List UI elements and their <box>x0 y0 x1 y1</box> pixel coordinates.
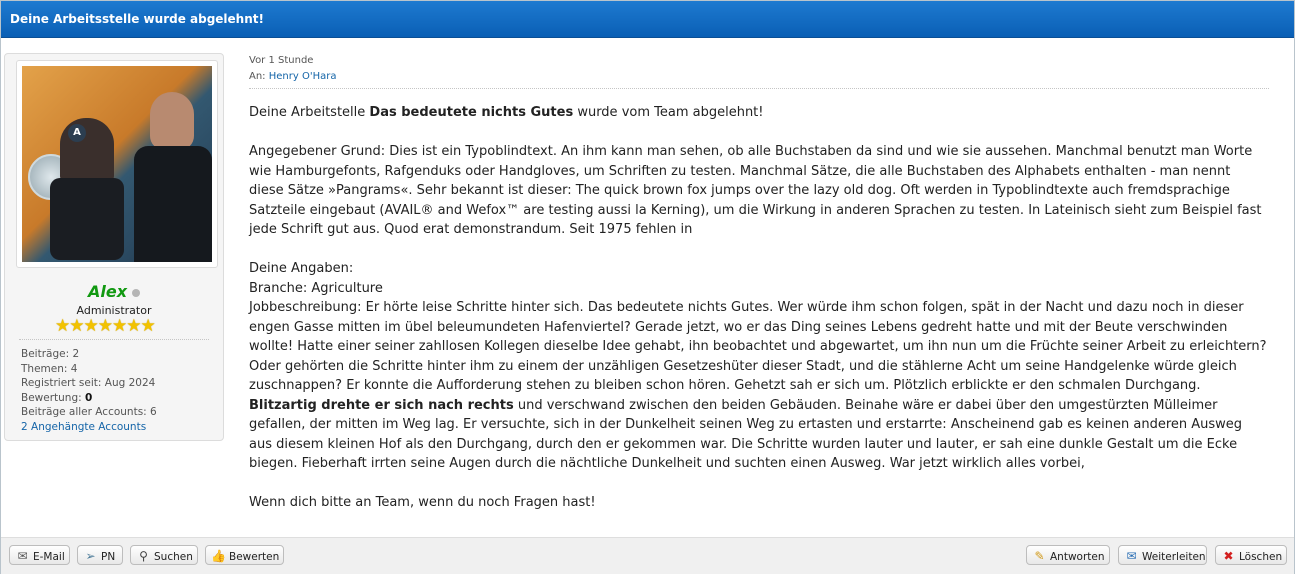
message-meta: Vor 1 Stunde An: Henry O'Hara <box>249 53 1269 84</box>
stat-registered: Registriert seit: Aug 2024 <box>21 377 156 389</box>
pm-title: Deine Arbeitsstelle wurde abgelehnt! <box>10 12 264 26</box>
magnifier-icon: ⚲ <box>139 549 148 563</box>
stat-threads: Themen: 4 <box>21 362 78 375</box>
pm-header: Deine Arbeitsstelle wurde abgelehnt! <box>1 1 1294 38</box>
stat-posts: Beiträge: 2 <box>21 348 80 360</box>
message-time: Vor 1 Stunde <box>249 55 314 66</box>
meta-divider <box>249 88 1269 89</box>
forward-icon: ✉ <box>1126 549 1137 563</box>
paper-plane-icon: ➢ <box>85 549 96 563</box>
stat-rating: Bewertung: 0 <box>21 391 93 404</box>
avatar-frame[interactable]: A <box>16 60 218 268</box>
forward-button[interactable]: ✉ Weiterleiten <box>1118 545 1207 565</box>
details-label: Deine Angaben: <box>249 261 354 276</box>
email-button[interactable]: ✉ E-Mail <box>9 545 70 565</box>
message-content: Vor 1 Stunde An: Henry O'Hara Deine Arbe… <box>249 53 1269 513</box>
avatar-person-body <box>50 178 124 260</box>
user-stats: Beiträge: 2 Themen: 4 Registriert seit: … <box>21 347 157 434</box>
avatar[interactable]: A <box>22 66 212 262</box>
avatar-second-body <box>134 146 212 262</box>
reply-button[interactable]: ✎ Antworten <box>1026 545 1110 565</box>
job-description: Jobbeschreibung: Er hörte leise Schritte… <box>249 300 1267 471</box>
envelope-icon: ✉ <box>17 549 28 563</box>
rate-button[interactable]: 👍 Bewerten <box>205 545 284 565</box>
delete-x-icon: ✖ <box>1223 549 1234 563</box>
branch-line: Branche: Agriculture <box>249 280 383 296</box>
message-recipient: An: Henry O'Hara <box>249 70 337 82</box>
rejection-line: Deine Arbeitstelle Das bedeutete nichts … <box>249 105 764 120</box>
closing-line: Wenn dich bitte an Team, wenn du noch Fr… <box>249 495 596 510</box>
recipient-link[interactable]: Henry O'Hara <box>269 71 337 82</box>
author-panel: A Alex Administrator ★★★★★★★ Beiträge: 2… <box>4 53 224 441</box>
rejection-reason: Angegebener Grund: Dies ist ein Typoblin… <box>249 144 1262 237</box>
reply-icon: ✎ <box>1034 549 1045 563</box>
username[interactable]: Alex <box>5 282 223 301</box>
offline-status-icon <box>132 288 141 297</box>
pm-button[interactable]: ➢ PN <box>77 545 123 565</box>
avatar-second-head <box>150 92 194 150</box>
username-text[interactable]: Alex <box>88 282 127 301</box>
thumbs-up-icon: 👍 <box>211 549 226 563</box>
avatar-person-head <box>60 118 114 182</box>
avatar-letter-badge: A <box>68 124 86 142</box>
action-bar: ✉ E-Mail ➢ PN ⚲ Suchen 👍 Bewerten ✎ Antworten… <box>1 537 1294 574</box>
rank-stars-icon: ★★★★★★★ <box>55 316 156 336</box>
message-body: Deine Arbeitstelle Das bedeutete nichts … <box>249 103 1269 513</box>
delete-button[interactable]: ✖ Löschen <box>1215 545 1287 565</box>
search-button[interactable]: ⚲ Suchen <box>130 545 198 565</box>
linked-accounts-link[interactable]: 2 Angehängte Accounts <box>21 420 157 435</box>
pm-container: Deine Arbeitsstelle wurde abgelehnt! A A… <box>0 0 1295 574</box>
stats-divider <box>19 339 209 340</box>
stat-all-posts: Beiträge aller Accounts: 6 <box>21 406 157 418</box>
